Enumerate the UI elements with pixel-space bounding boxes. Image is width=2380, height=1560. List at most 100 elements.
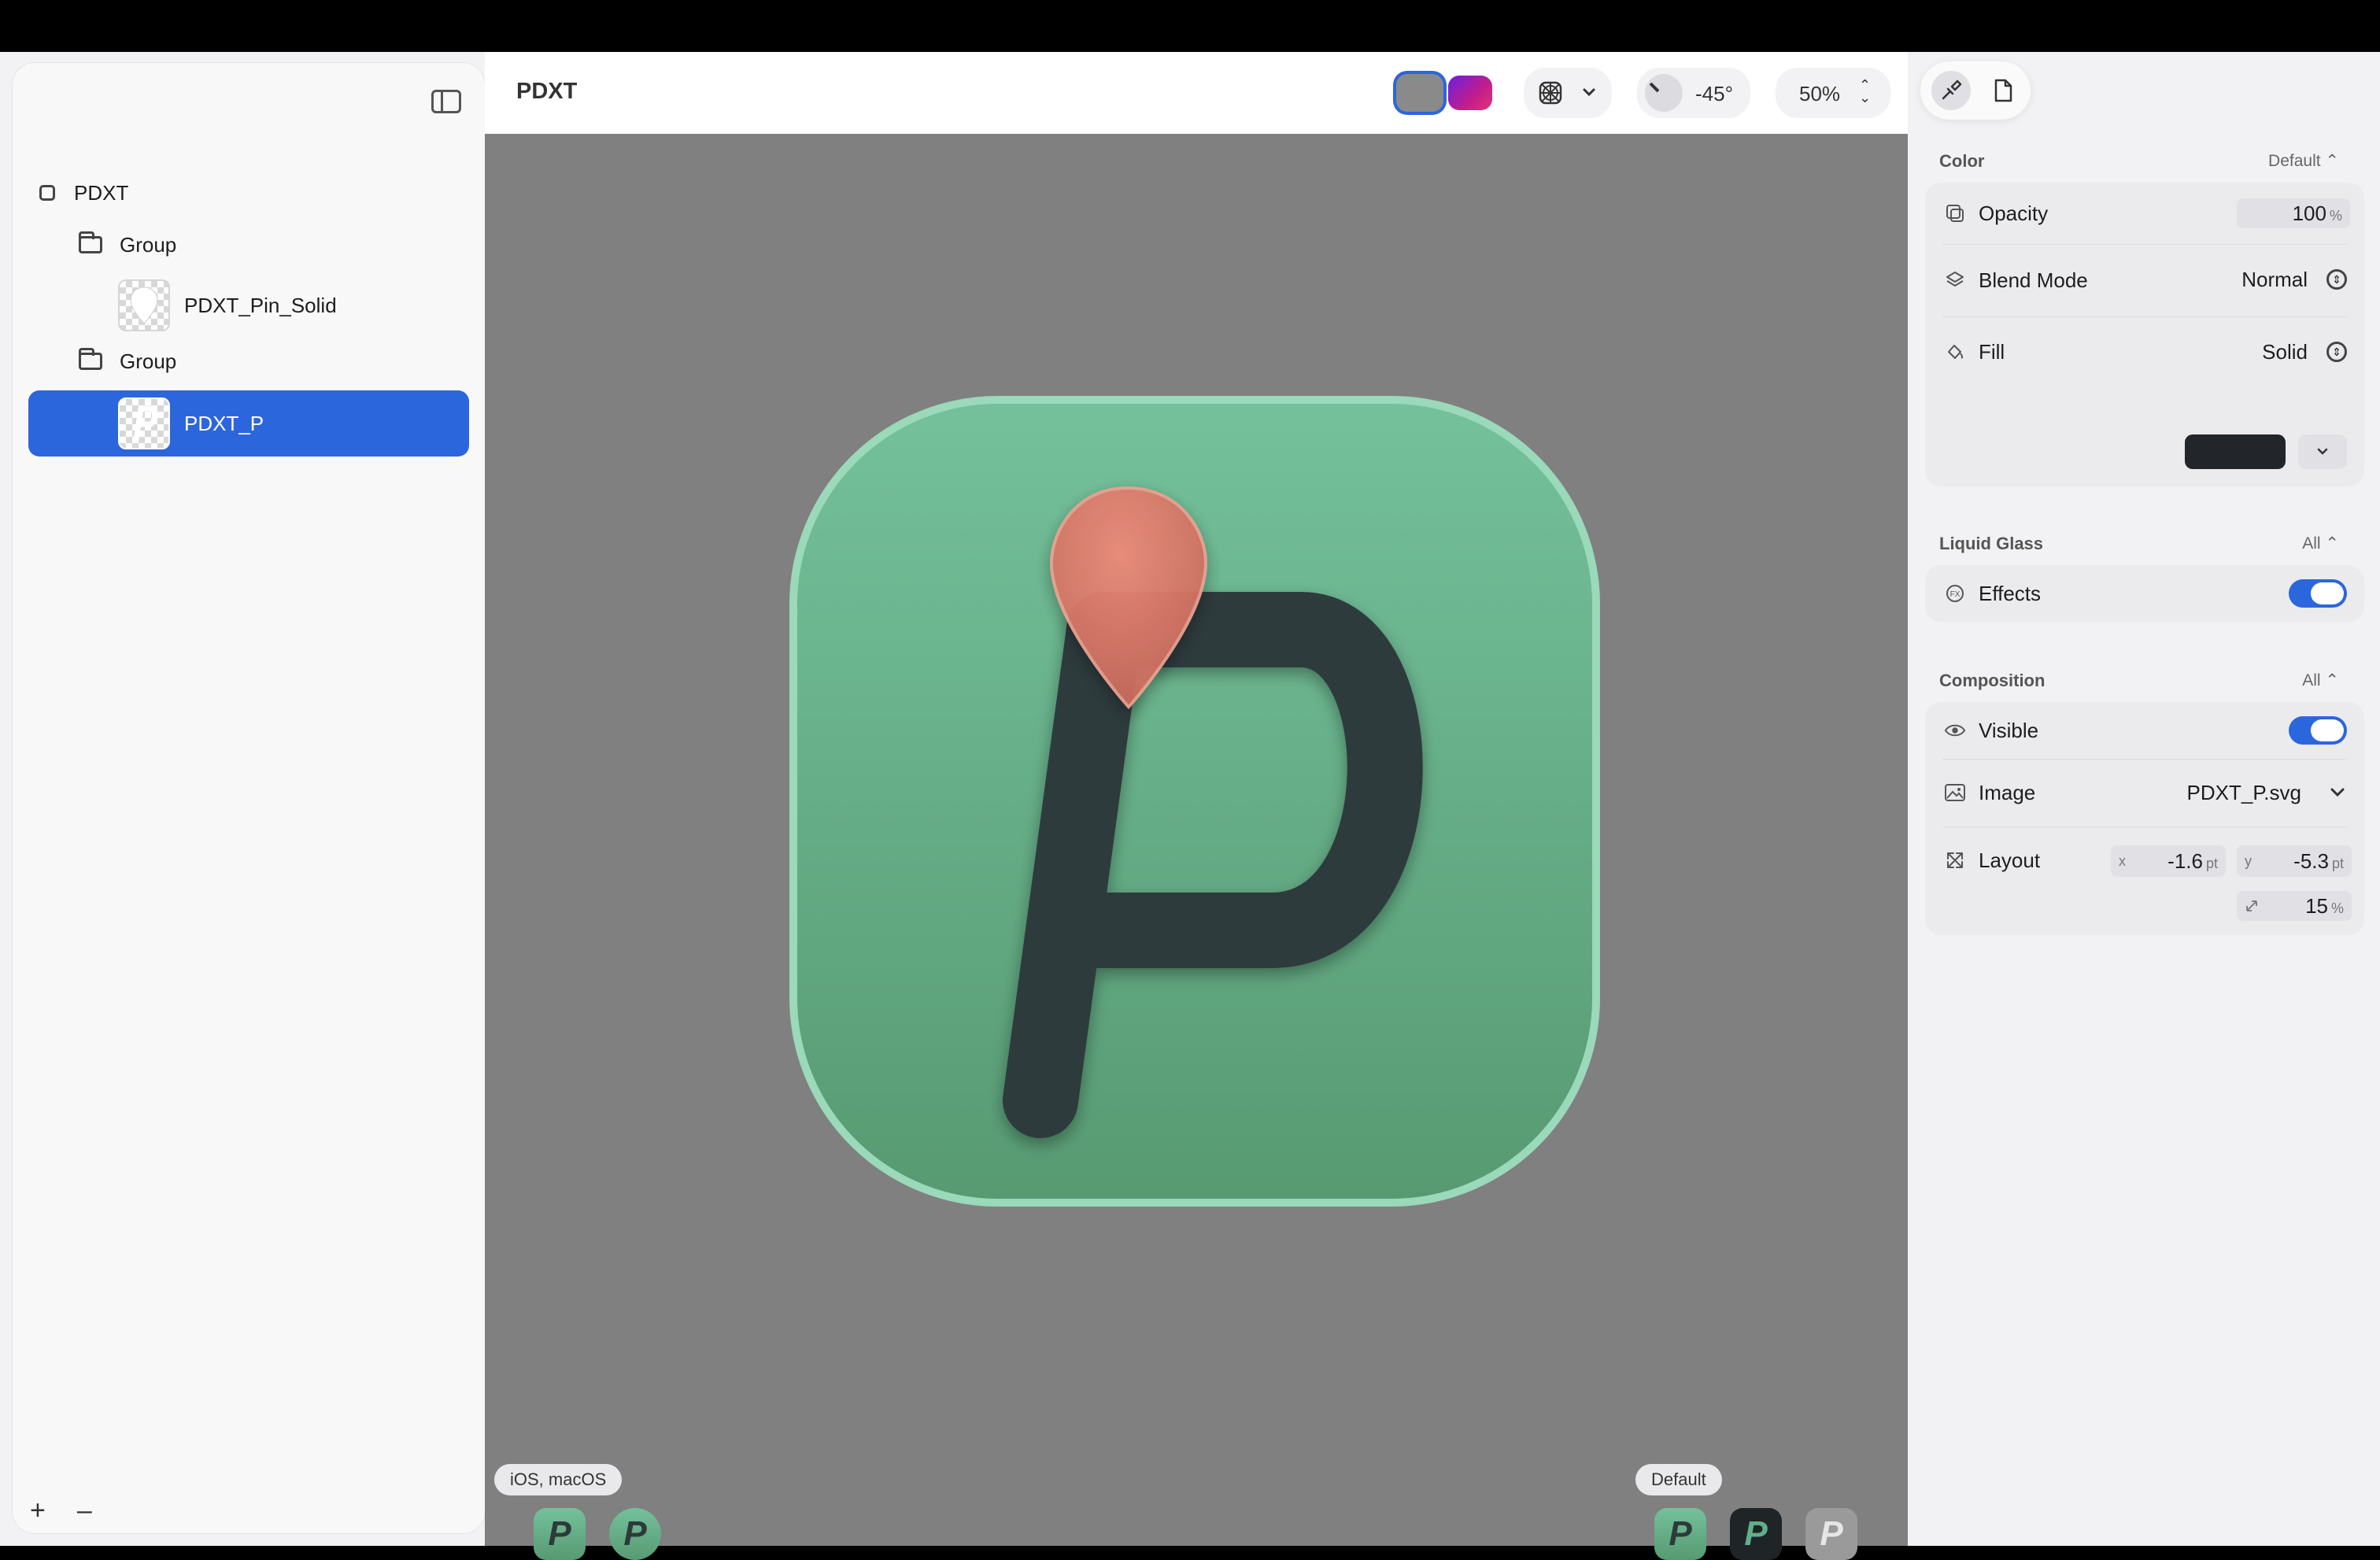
eye-icon <box>1944 719 1966 741</box>
tree-item-layer-selected[interactable]: PDXT_P <box>28 390 469 457</box>
fx-icon: FX <box>1944 582 1966 604</box>
sidebar-toggle-icon[interactable] <box>431 90 461 113</box>
tree-item-layer[interactable]: PDXT_Pin_Solid <box>28 271 469 340</box>
fill-value[interactable]: Solid <box>2262 340 2308 364</box>
color-picker-dropdown[interactable] <box>2298 434 2347 469</box>
visible-toggle[interactable] <box>2289 716 2347 745</box>
fill-stepper-icon[interactable]: ⇕ <box>2326 342 2347 362</box>
mono-appearance-preview[interactable]: P <box>1805 1508 1857 1560</box>
icon-letter: P <box>1669 1514 1692 1553</box>
effects-toggle[interactable] <box>2289 579 2347 608</box>
opacity-row: Opacity 100% <box>1925 183 2364 244</box>
remove-layer-button[interactable]: – <box>77 1495 92 1526</box>
image-icon <box>1944 782 1966 804</box>
gray-background-swatch[interactable] <box>1396 74 1443 112</box>
tree-item-label: PDXT_P <box>184 411 264 435</box>
zoom-control[interactable]: 50% ⌃ ⌄ <box>1776 68 1890 118</box>
color-mode-selector[interactable]: Default ⌃ <box>2268 151 2339 171</box>
angle-dial-icon <box>1645 74 1683 112</box>
layout-y-value: -5.3 <box>2293 849 2329 873</box>
chevron-down-icon[interactable] <box>2330 787 2345 798</box>
svg-text:FX: FX <box>1950 590 1961 599</box>
app-window: PDXT Group PDXT_Pin_Solid Group PDXT_P +… <box>0 52 2380 1560</box>
image-row: Image PDXT_P.svg <box>1925 759 2364 826</box>
liquid-glass-mode-selector[interactable]: All ⌃ <box>2302 534 2339 553</box>
effects-row: FX Effects <box>1925 565 2364 622</box>
document-icon <box>1994 79 2012 102</box>
fill-label: Fill <box>1979 339 2005 364</box>
icon-letter: P <box>1820 1514 1843 1553</box>
opacity-value: 100 <box>2292 201 2326 225</box>
liquid-glass-section-heading: Liquid Glass <box>1939 534 2044 553</box>
blend-mode-value[interactable]: Normal <box>2241 268 2308 292</box>
layout-x-field[interactable]: x -1.6 pt <box>2111 845 2226 877</box>
effects-label: Effects <box>1979 581 2042 605</box>
opacity-label: Opacity <box>1979 201 2049 225</box>
light-angle-control[interactable]: -45° <box>1637 68 1750 118</box>
icon-letter: P <box>623 1514 647 1553</box>
fill-row: Fill Solid ⇕ <box>1925 316 2364 387</box>
icon-letter: P <box>548 1514 571 1553</box>
add-layer-button[interactable]: + <box>30 1495 46 1526</box>
visible-label: Visible <box>1979 718 2039 742</box>
toolbar: PDXT -45° 50% ⌃ ⌄ <box>485 52 1908 135</box>
layers-sidebar: PDXT Group PDXT_Pin_Solid Group PDXT_P +… <box>13 63 485 1533</box>
blend-mode-row: Blend Mode Normal ⇕ <box>1925 244 2364 316</box>
layers-icon <box>1944 269 1966 291</box>
render-mode-control[interactable] <box>1524 68 1612 118</box>
up-down-chevron-icon: ⌃ ⌄ <box>1859 77 1872 105</box>
inspector-panel: Color Default ⌃ Opacity 100% Blend Mode … <box>1908 52 2380 1546</box>
color-card: Opacity 100% Blend Mode Normal ⇕ Fill So… <box>1925 183 2364 486</box>
opacity-field[interactable]: 100% <box>2237 198 2350 228</box>
blend-mode-label: Blend Mode <box>1979 268 2088 292</box>
document-tab[interactable] <box>1983 71 2023 110</box>
gradient-background-swatch[interactable] <box>1448 76 1492 110</box>
tree-item-label: PDXT <box>74 180 129 205</box>
sidebar-footer: + – <box>30 1495 92 1526</box>
appearance-badge: Default <box>1635 1464 1722 1495</box>
layout-y-field[interactable]: y -5.3 pt <box>2237 845 2352 877</box>
platform-badge: iOS, macOS <box>494 1464 623 1495</box>
x-axis-label: x <box>2119 853 2126 869</box>
appearance-tab[interactable] <box>1931 71 1971 110</box>
tree-item-document[interactable]: PDXT <box>28 164 469 222</box>
fill-color-swatch[interactable] <box>2185 434 2286 469</box>
layout-scale-field[interactable]: 15% <box>2237 891 2352 921</box>
tree-item-group[interactable]: Group <box>28 332 469 390</box>
tree-item-label: PDXT_Pin_Solid <box>184 293 337 317</box>
x-unit: pt <box>2205 856 2218 871</box>
image-file-value[interactable]: PDXT_P.svg <box>2187 781 2301 805</box>
icon-letter: P <box>1744 1514 1768 1553</box>
opacity-unit: % <box>2329 208 2342 224</box>
macos-icon-preview[interactable]: P <box>609 1508 661 1560</box>
color-section-heading: Color <box>1939 151 1985 171</box>
app-icon-preview <box>789 396 1600 1207</box>
visible-row: Visible <box>1925 702 2364 759</box>
tree-item-group[interactable]: Group <box>28 216 469 274</box>
p-glyph-icon <box>133 405 158 443</box>
layer-thumbnail <box>118 397 170 449</box>
opacity-icon <box>1944 202 1966 224</box>
inspector-tabs <box>1920 61 2031 120</box>
document-icon <box>39 185 55 201</box>
composition-section-heading: Composition <box>1939 671 2046 690</box>
angle-value: -45° <box>1695 82 1733 105</box>
folder-icon <box>79 231 102 253</box>
icon-canvas[interactable]: iOS, macOS Default P P P P P <box>485 134 1908 1560</box>
main-area: PDXT -45° 50% ⌃ ⌄ iOS, macOS Default P P… <box>485 52 1908 1560</box>
zoom-value: 50% <box>1799 82 1841 105</box>
scale-arrow-icon <box>2246 900 2257 911</box>
background-picker <box>1390 68 1497 118</box>
composition-card: Visible Image PDXT_P.svg Layout x -1.6 p… <box>1925 702 2364 935</box>
dark-appearance-preview[interactable]: P <box>1730 1508 1782 1560</box>
resize-arrows-icon <box>1944 849 1966 871</box>
image-label: Image <box>1979 780 2036 804</box>
paint-bucket-icon <box>1944 341 1966 363</box>
y-unit: pt <box>2331 856 2344 871</box>
blend-mode-stepper-icon[interactable]: ⇕ <box>2326 269 2347 290</box>
composition-mode-selector[interactable]: All ⌃ <box>2302 671 2339 690</box>
brush-icon <box>1942 79 1962 100</box>
ios-icon-preview[interactable]: P <box>534 1508 586 1560</box>
y-axis-label: y <box>2245 853 2252 869</box>
default-appearance-preview[interactable]: P <box>1654 1508 1706 1560</box>
